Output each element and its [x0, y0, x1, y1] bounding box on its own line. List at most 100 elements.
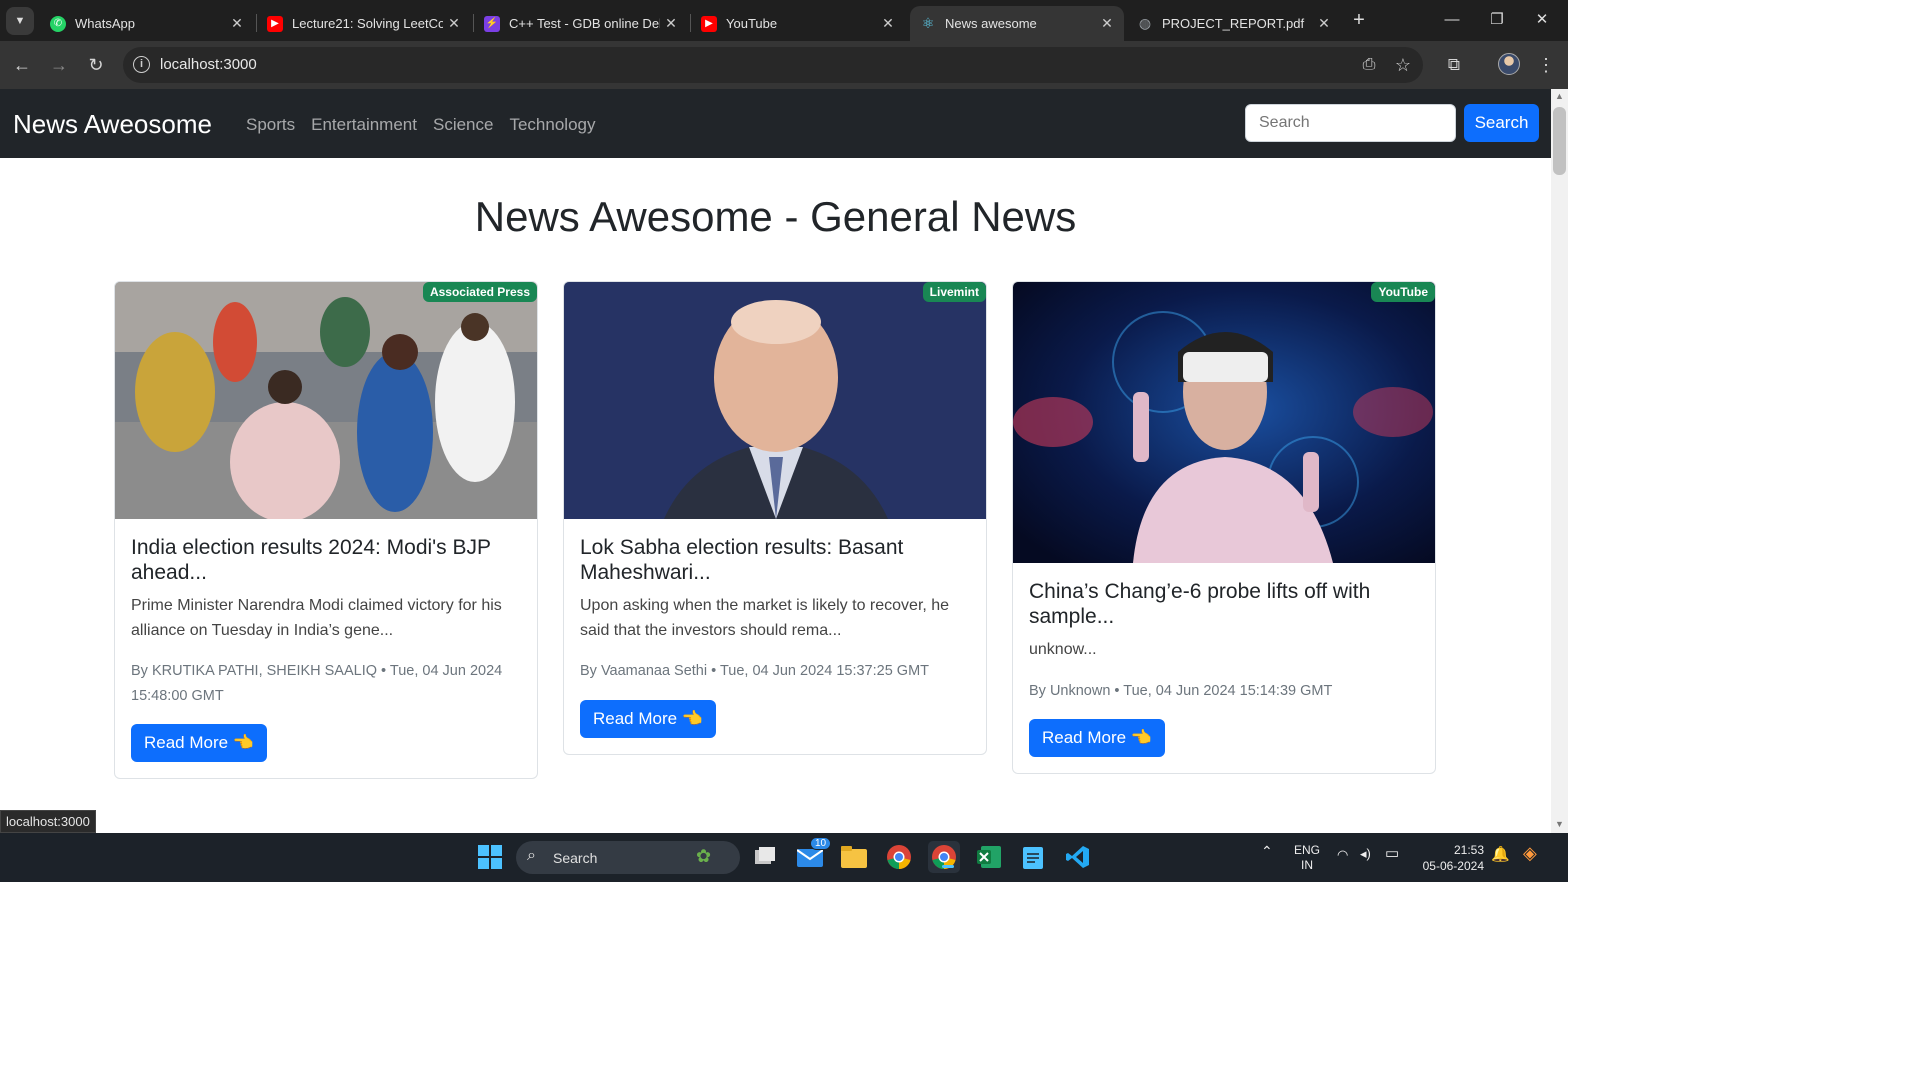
card-description: unknow...: [1029, 641, 1097, 658]
wifi-icon[interactable]: ◠: [1337, 847, 1348, 863]
windows-taskbar: ⌕ Search ✿ 10 ⌃ ENG IN ◠ ◂) ▭ 21:53 05-0…: [0, 833, 1568, 882]
scroll-up-icon[interactable]: ▲: [1555, 91, 1564, 101]
news-photo-vr: [1013, 282, 1435, 563]
close-tab-icon[interactable]: ✕: [877, 15, 899, 32]
tab-news-awesome[interactable]: ⚛ News awesome ✕: [910, 6, 1124, 41]
card-title: China’s Chang’e-6 probe lifts off with s…: [1029, 580, 1371, 628]
nav-links: Sports Entertainment Science Technology: [246, 115, 595, 135]
tab-lecture21[interactable]: ▶ Lecture21: Solving LeetCod ✕: [257, 6, 471, 41]
read-more-button[interactable]: Read More 👈: [131, 724, 267, 762]
nav-link-sports[interactable]: Sports: [246, 115, 295, 135]
close-window-button[interactable]: ✕: [1530, 8, 1554, 32]
card-meta: By KRUTIKA PATHI, SHEIKH SAALIQ • Tue, 0…: [131, 663, 503, 704]
vscode-icon[interactable]: [1062, 841, 1094, 873]
card-body: China’s Chang’e-6 probe lifts off with s…: [1013, 563, 1435, 773]
close-tab-icon[interactable]: ✕: [660, 15, 682, 32]
news-image: Associated Press: [115, 282, 537, 519]
copilot-icon[interactable]: ◈: [1523, 843, 1537, 864]
card-description: Upon asking when the market is likely to…: [580, 597, 950, 639]
tab-search-button[interactable]: ▼: [6, 7, 34, 35]
chevron-down-icon: ▼: [14, 15, 26, 27]
site-brand[interactable]: News Aweosome: [13, 109, 212, 140]
tab-project-report[interactable]: ◍ PROJECT_REPORT.pdf ✕: [1127, 6, 1341, 41]
card-body: Lok Sabha election results: Basant Mahes…: [564, 519, 986, 754]
notepad-icon[interactable]: [1017, 841, 1049, 873]
scroll-down-icon[interactable]: ▼: [1555, 819, 1564, 829]
gdb-icon: ⚡: [484, 15, 500, 32]
search-button[interactable]: Search: [1464, 104, 1539, 142]
news-card: Livemint Lok Sabha election results: Bas…: [563, 281, 987, 755]
back-icon[interactable]: ←: [9, 52, 35, 78]
active-indicator: [942, 865, 954, 868]
task-view-icon[interactable]: [749, 841, 781, 873]
news-photo-celebration: [115, 282, 537, 519]
notification-bell-icon[interactable]: 🔔: [1491, 845, 1510, 863]
address-bar[interactable]: i localhost:3000: [123, 47, 1423, 83]
address-url[interactable]: localhost:3000: [160, 56, 257, 73]
install-app-icon[interactable]: ⎙: [1356, 52, 1382, 78]
page-viewport: News Aweosome Sports Entertainment Scien…: [0, 89, 1551, 833]
news-card: YouTube China’s Chang’e-6 probe lifts of…: [1012, 281, 1436, 774]
close-tab-icon[interactable]: ✕: [443, 15, 465, 32]
taskbar-search[interactable]: ⌕ Search ✿: [516, 841, 740, 874]
volume-icon[interactable]: ◂): [1360, 846, 1371, 862]
close-tab-icon[interactable]: ✕: [1313, 15, 1335, 32]
forward-icon[interactable]: →: [46, 52, 72, 78]
plant-icon: ✿: [696, 846, 712, 866]
chrome-profile-icon[interactable]: [928, 841, 960, 873]
bookmark-star-icon[interactable]: ☆: [1390, 52, 1416, 78]
react-icon: ⚛: [921, 15, 935, 31]
excel-icon[interactable]: [973, 841, 1005, 873]
search-input[interactable]: [1245, 104, 1456, 142]
nav-link-technology[interactable]: Technology: [509, 115, 595, 135]
mail-badge: 10: [810, 837, 832, 850]
language-indicator[interactable]: ENG IN: [1294, 843, 1320, 873]
new-tab-button[interactable]: +: [1347, 8, 1371, 32]
nav-link-science[interactable]: Science: [433, 115, 493, 135]
youtube-icon: ▶: [701, 15, 717, 32]
browser-tab-strip: ▼ ✆ WhatsApp ✕ ▶ Lecture21: Solving Leet…: [0, 0, 1568, 41]
globe-icon: ◍: [1138, 15, 1152, 31]
scrollbar-thumb[interactable]: [1553, 107, 1566, 175]
read-more-button[interactable]: Read More 👈: [1029, 719, 1165, 757]
news-image: YouTube: [1013, 282, 1435, 563]
file-explorer-icon[interactable]: [838, 841, 870, 873]
chrome-icon[interactable]: [883, 841, 915, 873]
status-bar-url: localhost:3000: [0, 810, 96, 833]
read-more-button[interactable]: Read More 👈: [580, 699, 716, 738]
card-body: India election results 2024: Modi's BJP …: [115, 519, 537, 778]
close-tab-icon[interactable]: ✕: [226, 15, 248, 32]
source-badge: YouTube: [1371, 282, 1435, 302]
battery-icon[interactable]: ▭: [1385, 844, 1399, 862]
page-title: News Awesome - General News: [474, 193, 1077, 240]
card-title: India election results 2024: Modi's BJP …: [131, 536, 491, 584]
mail-icon[interactable]: 10: [794, 837, 832, 873]
clock[interactable]: 21:53 05-06-2024: [1420, 842, 1484, 874]
site-info-icon[interactable]: i: [133, 56, 150, 73]
close-tab-icon[interactable]: ✕: [1096, 15, 1118, 32]
tab-gdb[interactable]: ⚡ C++ Test - GDB online Deb ✕: [474, 6, 688, 41]
card-title: Lok Sabha election results: Basant Mahes…: [580, 536, 904, 584]
page-scrollbar[interactable]: ▲ ▼: [1551, 89, 1568, 833]
extensions-icon[interactable]: ⧉: [1441, 52, 1467, 78]
tray-chevron-icon[interactable]: ⌃: [1261, 843, 1273, 860]
card-meta: By Unknown • Tue, 04 Jun 2024 15:14:39 G…: [1029, 682, 1333, 699]
menu-kebab-icon[interactable]: ⋮: [1533, 52, 1559, 78]
whatsapp-icon: ✆: [50, 15, 66, 32]
source-badge: Associated Press: [422, 282, 537, 302]
minimize-button[interactable]: —: [1440, 8, 1464, 32]
nav-link-entertainment[interactable]: Entertainment: [311, 115, 417, 135]
profile-avatar[interactable]: [1498, 53, 1520, 75]
search-icon: ⌕: [527, 847, 536, 864]
browser-toolbar: ← → ↻ i localhost:3000 ⎙ ☆ ⧉ ⋮: [0, 41, 1568, 89]
card-description: Prime Minister Narendra Modi claimed vic…: [131, 597, 502, 639]
tab-whatsapp[interactable]: ✆ WhatsApp ✕: [40, 6, 254, 41]
news-card: Associated Press India election results …: [114, 281, 538, 779]
reload-icon[interactable]: ↻: [83, 52, 109, 78]
restore-button[interactable]: ❐: [1485, 8, 1509, 32]
tab-youtube[interactable]: ▶ YouTube ✕: [691, 6, 905, 41]
news-image: Livemint: [564, 282, 986, 519]
source-badge: Livemint: [922, 282, 986, 302]
windows-start-icon[interactable]: [474, 841, 506, 873]
card-meta: By Vaamanaa Sethi • Tue, 04 Jun 2024 15:…: [580, 663, 929, 679]
